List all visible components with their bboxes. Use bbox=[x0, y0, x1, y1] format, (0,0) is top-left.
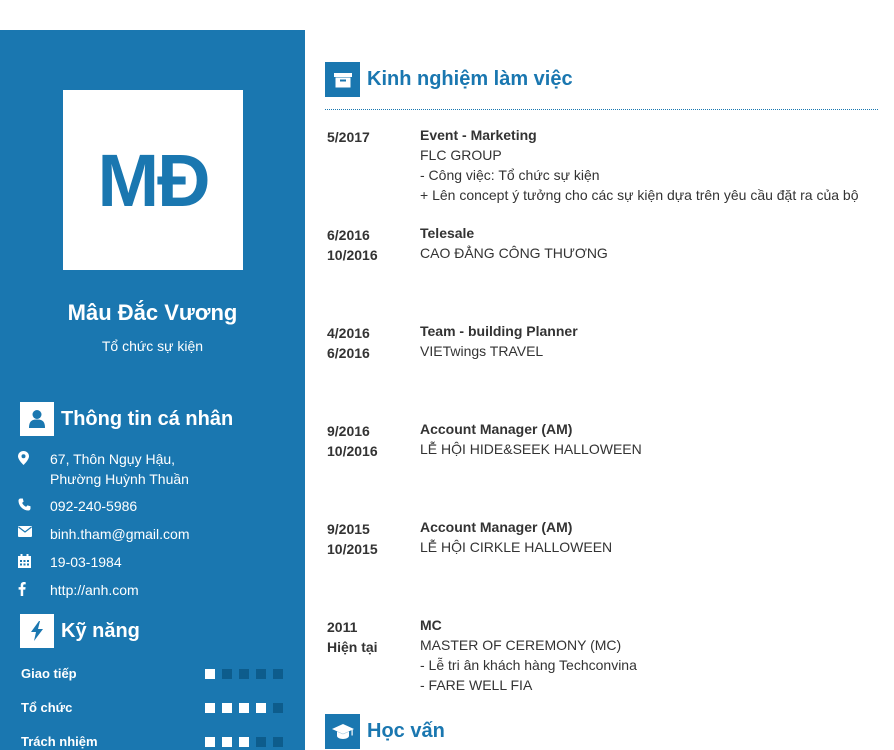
skill-label: Giao tiếp bbox=[21, 666, 77, 681]
skill-dot-filled bbox=[239, 702, 249, 713]
avatar-initials: MĐ bbox=[97, 138, 210, 222]
job-description: Telesale CAO ĐẲNG CÔNG THƯƠNG bbox=[420, 223, 890, 263]
job-start: 9/2015 bbox=[327, 521, 370, 537]
skill-dot-empty bbox=[256, 736, 266, 747]
graduation-cap-icon bbox=[325, 714, 360, 749]
skill-dot-empty bbox=[273, 702, 283, 713]
job-end: 10/2015 bbox=[327, 541, 378, 557]
personal-info-heading: Thông tin cá nhân bbox=[20, 402, 233, 436]
envelope-icon bbox=[18, 524, 50, 544]
job-line: FLC GROUP bbox=[420, 147, 502, 163]
education-title: Học vấn bbox=[367, 720, 445, 742]
facebook-icon bbox=[18, 580, 50, 600]
job-line: + Lên concept ý tưởng cho các sự kiện dự… bbox=[420, 187, 859, 203]
job-end: Hiện tại bbox=[327, 639, 378, 655]
job-start: 2011 bbox=[327, 619, 358, 635]
skill-level bbox=[205, 668, 283, 679]
skill-dot-empty bbox=[222, 668, 232, 679]
address-line-2: Phường Huỳnh Thuần bbox=[50, 471, 189, 487]
skill-dot-filled bbox=[205, 668, 215, 679]
job-description: Account Manager (AM) LỄ HỘI CIRKLE HALLO… bbox=[420, 517, 890, 557]
birthday-text: 19-03-1984 bbox=[50, 554, 122, 570]
job-dates: 9/2015 10/2015 bbox=[327, 519, 417, 559]
website-link[interactable]: http://anh.com bbox=[50, 580, 139, 600]
skill-dot-empty bbox=[273, 668, 283, 679]
skills-title: Kỹ năng bbox=[61, 619, 140, 642]
calendar-icon bbox=[18, 552, 50, 572]
phone-icon bbox=[18, 496, 50, 516]
experience-title: Kinh nghiệm làm việc bbox=[367, 68, 573, 90]
skill-dot-empty bbox=[256, 668, 266, 679]
job-end: 10/2016 bbox=[327, 443, 378, 459]
job-start: 6/2016 bbox=[327, 227, 370, 243]
address-line-1: 67, Thôn Ngụy Hậu, bbox=[50, 451, 176, 467]
job-title: Event - Marketing bbox=[420, 127, 537, 143]
skill-dot-filled bbox=[222, 736, 232, 747]
email-row: binh.tham@gmail.com bbox=[18, 524, 190, 544]
skill-dot-filled bbox=[222, 702, 232, 713]
job-title: Account Manager (AM) bbox=[420, 421, 573, 437]
job-line: - Công việc: Tổ chức sự kiện bbox=[420, 167, 600, 183]
job-title: Telesale bbox=[420, 225, 475, 241]
education-heading: Học vấn bbox=[325, 714, 445, 749]
job-title: Account Manager (AM) bbox=[420, 519, 573, 535]
job-dates: 5/2017 bbox=[327, 127, 417, 147]
job-line: LỄ HỘI CIRKLE HALLOWEEN bbox=[420, 539, 613, 555]
job-description: Account Manager (AM) LỄ HỘI HIDE&SEEK HA… bbox=[420, 419, 890, 459]
job-dates: 2011 Hiện tại bbox=[327, 617, 417, 657]
map-marker-icon bbox=[18, 449, 50, 489]
job-line: - FARE WELL FIA bbox=[420, 677, 533, 693]
skill-dot-empty bbox=[273, 736, 283, 747]
job-line: CAO ĐẲNG CÔNG THƯƠNG bbox=[420, 245, 608, 261]
job-start: 9/2016 bbox=[327, 423, 370, 439]
address-row: 67, Thôn Ngụy Hậu, Phường Huỳnh Thuần bbox=[18, 449, 189, 489]
section-divider bbox=[325, 109, 878, 110]
skill-row: Giao tiếp bbox=[21, 666, 283, 681]
skills-heading: Kỹ năng bbox=[20, 614, 140, 648]
job-description: MC MASTER OF CEREMONY (MC) - Lễ tri ân k… bbox=[420, 615, 890, 695]
personal-info-title: Thông tin cá nhân bbox=[61, 407, 234, 430]
skill-row: Trách nhiệm bbox=[21, 734, 283, 749]
job-end: 6/2016 bbox=[327, 345, 370, 361]
job-line: VIETwings TRAVEL bbox=[420, 343, 544, 359]
phone-text: 092-240-5986 bbox=[50, 498, 138, 514]
job-title: MC bbox=[420, 617, 442, 633]
job-dates: 4/2016 6/2016 bbox=[327, 323, 417, 363]
skill-label: Tổ chức bbox=[21, 700, 73, 715]
job-description: Event - Marketing FLC GROUP - Công việc:… bbox=[420, 125, 890, 205]
user-icon bbox=[20, 402, 54, 436]
skill-dot-filled bbox=[205, 702, 215, 713]
job-description: Team - building Planner VIETwings TRAVEL bbox=[420, 321, 890, 361]
skill-row: Tổ chức bbox=[21, 700, 283, 715]
skill-dot-filled bbox=[205, 736, 215, 747]
job-start: 5/2017 bbox=[327, 129, 370, 145]
job-start: 4/2016 bbox=[327, 325, 370, 341]
profile-name: Mâu Đắc Vương bbox=[67, 300, 238, 325]
phone-row: 092-240-5986 bbox=[18, 496, 137, 516]
job-dates: 6/2016 10/2016 bbox=[327, 225, 417, 265]
website-row: http://anh.com bbox=[18, 580, 139, 600]
profile-role: Tổ chức sự kiện bbox=[101, 338, 204, 354]
skill-level bbox=[205, 736, 283, 747]
job-title: Team - building Planner bbox=[420, 323, 578, 339]
experience-heading: Kinh nghiệm làm việc bbox=[325, 62, 573, 97]
skill-level bbox=[205, 702, 283, 713]
skill-dot-empty bbox=[239, 668, 249, 679]
email-link[interactable]: binh.tham@gmail.com bbox=[50, 524, 190, 544]
bolt-icon bbox=[20, 614, 54, 648]
skill-label: Trách nhiệm bbox=[21, 734, 98, 749]
birthday-row: 19-03-1984 bbox=[18, 552, 122, 572]
briefcase-icon bbox=[325, 62, 360, 97]
job-dates: 9/2016 10/2016 bbox=[327, 421, 417, 461]
skill-dot-filled bbox=[256, 702, 266, 713]
sidebar: MĐ Mâu Đắc Vương Tổ chức sự kiện Thông t… bbox=[0, 30, 305, 750]
job-line: LỄ HỘI HIDE&SEEK HALLOWEEN bbox=[420, 441, 642, 457]
avatar: MĐ bbox=[63, 90, 243, 270]
job-end: 10/2016 bbox=[327, 247, 378, 263]
job-line: - Lễ tri ân khách hàng Techconvina bbox=[420, 657, 637, 673]
skill-dot-filled bbox=[239, 736, 249, 747]
job-line: MASTER OF CEREMONY (MC) bbox=[420, 637, 622, 653]
